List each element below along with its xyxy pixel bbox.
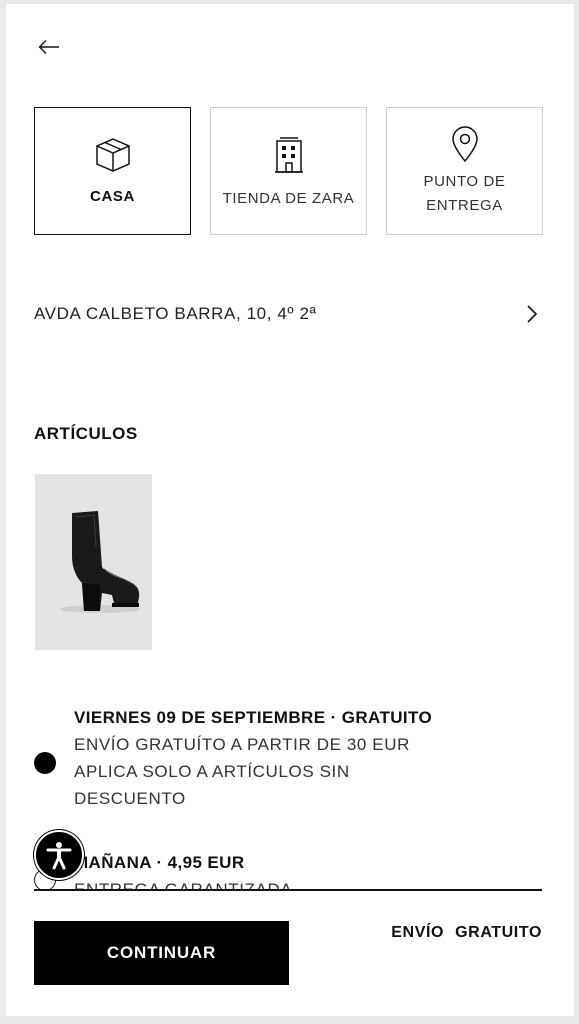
shipping-option-desc: ENVÍO GRATUÍTO A PARTIR DE 30 EUR (74, 735, 410, 754)
delivery-option-tienda[interactable]: TIENDA DE ZARA (210, 107, 367, 235)
arrow-left-icon (38, 40, 59, 54)
accessibility-button[interactable] (34, 830, 84, 880)
delivery-option-casa[interactable]: CASA (34, 107, 191, 235)
continue-button[interactable]: CONTINUAR (34, 921, 289, 985)
delivery-option-label: CASA (90, 188, 135, 205)
radio-selected[interactable] (34, 752, 56, 774)
map-pin-icon (451, 124, 479, 164)
address-text: AVDA CALBETO BARRA, 10, 4º 2ª (34, 304, 317, 323)
shipping-option-title: MAÑANA · 4,95 EUR (74, 853, 245, 872)
shipping-option-desc: ENTREGA GARANTIZADA (74, 880, 293, 890)
shipping-option-desc: APLICA SOLO A ARTÍCULOS SIN (74, 762, 350, 781)
box-icon (94, 135, 132, 175)
address-selector[interactable]: AVDA CALBETO BARRA, 10, 4º 2ª (34, 296, 538, 332)
checkout-screen: CASA TIENDA DE ZARA PUNTO DE ENTREGA AVD… (6, 4, 574, 1016)
delivery-option-label: TIENDA DE ZARA (222, 190, 355, 207)
product-thumbnail[interactable] (35, 474, 152, 650)
ankle-boot-image (59, 511, 140, 613)
delivery-option-label: PUNTO DE ENTREGA (423, 173, 506, 214)
shipping-options-list: VIERNES 09 DE SEPTIEMBRE · GRATUITO ENVÍ… (6, 694, 574, 890)
shipping-option-desc: DESCUENTO (74, 789, 186, 808)
shipping-summary: ENVÍO GRATUITO (391, 924, 542, 941)
accessibility-person-icon (46, 842, 72, 870)
footer-divider (34, 889, 542, 891)
items-section-title: ARTÍCULOS (34, 424, 138, 443)
shipping-option-title: VIERNES 09 DE SEPTIEMBRE · GRATUITO (74, 708, 433, 727)
chevron-right-icon (527, 305, 538, 323)
back-button[interactable] (36, 34, 62, 60)
delivery-option-punto-entrega[interactable]: PUNTO DE ENTREGA (386, 107, 543, 235)
store-building-icon (274, 135, 304, 175)
